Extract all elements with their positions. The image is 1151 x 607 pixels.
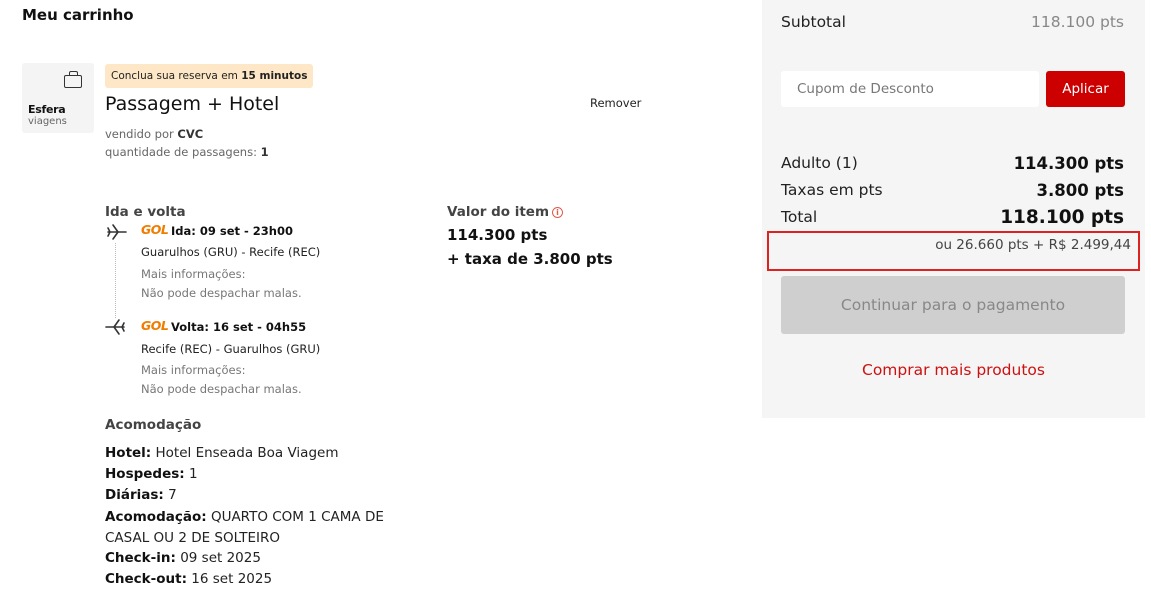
checkin-value: 09 set 2025 [180,550,261,566]
buy-more-products-link[interactable]: Comprar mais produtos [762,361,1145,379]
alternative-price: ou 26.660 pts + R$ 2.499,44 [935,237,1131,253]
subtotal-value: 118.100 pts [1030,13,1124,31]
total-value: 118.100 pts [1000,207,1124,228]
subtotal-label: Subtotal [781,13,846,31]
outbound-more-info: Mais informações: [141,267,246,281]
tax-value: 3.800 pts [1036,181,1124,200]
passenger-quantity: quantidade de passagens: 1 [105,145,269,159]
room-label: Acomodação: [105,509,207,525]
item-value-tax: + taxa de 3.800 pts [447,250,613,268]
remove-button[interactable]: Remover [590,96,641,110]
departure-plane-icon [107,224,127,240]
item-value-points: 114.300 pts [447,226,548,244]
inbound-flight-header: Volta: 16 set - 04h55 [171,320,307,334]
hotel-value: Hotel Enseada Boa Viagem [155,445,339,461]
outbound-flight-header: Ida: 09 set - 23h00 [171,224,293,238]
outbound-flight-route: Guarulhos (GRU) - Recife (REC) [141,245,321,259]
tax-label: Taxas em pts [781,181,883,199]
room-type: Acomodação: QUARTO COM 1 CAMA DE [105,509,384,525]
accommodation-heading: Acomodação [105,417,202,433]
product-logo: Esfera viagens [22,63,94,133]
room-value-line1: QUARTO COM 1 CAMA DE [210,509,384,525]
nights: Diárias: 7 [105,487,177,503]
nights-label: Diárias: [105,487,164,503]
page-title: Meu carrinho [22,6,134,24]
timer-prefix: Conclua sua reserva em [111,70,242,82]
item-value-label: Valor do item i [447,204,564,220]
alternative-price-highlight: ou 26.660 pts + R$ 2.499,44 [767,231,1140,271]
seller-name: CVC [177,127,204,141]
gol-airline-logo: GOL [141,318,169,333]
room-type-continued: CASAL OU 2 DE SOLTEIRO [105,530,281,546]
total-label: Total [781,208,818,226]
qty-value: 1 [260,145,269,159]
reservation-timer-badge: Conclua sua reserva em 15 minutos [105,64,314,88]
check-out: Check-out: 16 set 2025 [105,571,272,587]
qty-prefix: quantidade de passagens: [105,145,261,159]
order-summary-panel: Subtotal 118.100 pts Aplicar Adulto (1) … [762,0,1145,418]
checkout-value: 16 set 2025 [191,571,273,587]
adult-label: Adulto (1) [781,154,858,172]
inbound-baggage-note: Não pode despachar malas. [141,382,302,396]
outbound-baggage-note: Não pode despachar malas. [141,286,302,300]
flights-heading: Ida e volta [105,204,186,220]
nights-value: 7 [168,487,177,503]
inbound-more-info: Mais informações: [141,363,246,377]
continue-to-payment-button[interactable]: Continuar para o pagamento [781,276,1125,334]
hotel-name: Hotel: Hotel Enseada Boa Viagem [105,445,338,461]
adult-value: 114.300 pts [1013,154,1124,173]
guests-value: 1 [188,466,198,482]
brand-name: Esfera [28,103,66,116]
checkin-label: Check-in: [105,550,176,566]
check-in: Check-in: 09 set 2025 [105,550,261,566]
product-title: Passagem + Hotel [105,93,280,115]
item-value-label-text: Valor do item [447,204,550,220]
inbound-flight-route: Recife (REC) - Guarulhos (GRU) [141,342,321,356]
seller-info: vendido por CVC [105,127,203,141]
coupon-input[interactable] [781,71,1039,107]
guests-label: Hospedes: [105,466,185,482]
guests: Hospedes: 1 [105,466,198,482]
return-plane-icon [105,319,125,335]
hotel-label: Hotel: [105,445,152,461]
seller-prefix: vendido por [105,127,178,141]
brand-subtitle: viagens [28,116,67,127]
suitcase-icon [64,71,82,88]
gol-airline-logo: GOL [141,222,169,237]
timer-value: 15 minutos [241,70,308,82]
info-icon[interactable]: i [552,207,564,218]
checkout-label: Check-out: [105,571,187,587]
flight-timeline [115,243,116,318]
apply-coupon-button[interactable]: Aplicar [1046,71,1125,107]
